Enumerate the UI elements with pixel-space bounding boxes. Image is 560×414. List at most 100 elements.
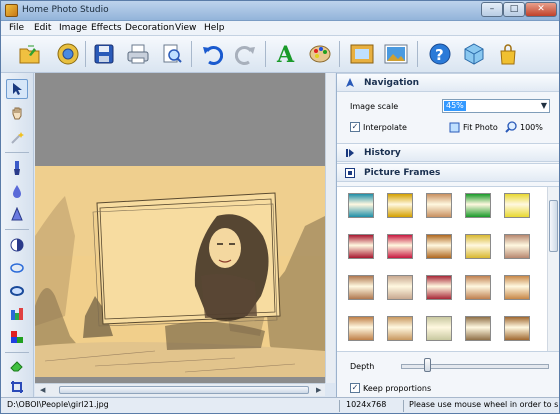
menu-bar: File Edit Image Effects Decoration View … xyxy=(1,21,559,36)
minimize-button[interactable]: – xyxy=(481,2,503,17)
menu-file[interactable]: File xyxy=(9,23,24,33)
depth-slider-knob[interactable] xyxy=(424,358,432,372)
menu-edit[interactable]: Edit xyxy=(34,23,51,33)
menu-effects[interactable]: Effects xyxy=(91,23,122,33)
history-header[interactable]: History xyxy=(337,143,559,162)
zoom-icon[interactable] xyxy=(505,121,517,133)
save-icon[interactable] xyxy=(89,39,119,69)
fit-photo-icon[interactable] xyxy=(449,122,460,133)
history-title: History xyxy=(364,148,401,158)
frame-thumbnail[interactable] xyxy=(504,234,530,259)
photo-icon[interactable] xyxy=(381,39,411,69)
frame-thumbnail[interactable] xyxy=(387,193,413,218)
frame-thumbnail[interactable] xyxy=(465,234,491,259)
right-panel: Navigation Image scale 45% ▼ ✓ Interpola… xyxy=(336,73,559,397)
redo-icon[interactable] xyxy=(231,39,261,69)
frame-thumbnail[interactable] xyxy=(348,316,374,341)
frame-icon[interactable] xyxy=(347,39,377,69)
picture-frames-header[interactable]: Picture Frames xyxy=(337,163,559,182)
arrow-icon[interactable] xyxy=(6,79,28,99)
frame-thumbnail[interactable] xyxy=(387,275,413,300)
toolbar-separator xyxy=(191,41,192,67)
frames-scroll-thumb[interactable] xyxy=(549,200,558,252)
frame-thumbnail[interactable] xyxy=(387,316,413,341)
tool-separator xyxy=(5,229,29,230)
sketch-photo[interactable] xyxy=(35,166,325,377)
frame-thumbnail[interactable] xyxy=(426,234,452,259)
frame-thumbnail[interactable] xyxy=(426,275,452,300)
status-bar: D:\OBOI\People\girl21.jpg 1024x768 Pleas… xyxy=(1,397,559,413)
vertical-scrollbar[interactable] xyxy=(325,73,335,383)
text-icon[interactable]: A xyxy=(271,39,301,69)
image-canvas[interactable] xyxy=(35,73,325,383)
print-preview-icon[interactable] xyxy=(157,39,187,69)
depth-label: Depth xyxy=(350,362,375,371)
image-scale-value: 45% xyxy=(444,101,466,111)
close-button[interactable]: ✕ xyxy=(525,2,557,17)
keep-proportions-label: Keep proportions xyxy=(363,384,432,393)
cone-icon[interactable] xyxy=(6,204,28,224)
ring-icon[interactable] xyxy=(6,281,28,301)
frame-thumbnail[interactable] xyxy=(426,193,452,218)
frame-thumbnail[interactable] xyxy=(504,193,530,218)
box-icon[interactable] xyxy=(459,39,489,69)
frame-thumbnail[interactable] xyxy=(426,316,452,341)
frame-thumbnail[interactable] xyxy=(504,316,530,341)
app-window: Home Photo Studio – □ ✕ File Edit Image … xyxy=(0,0,560,414)
horizontal-scrollbar[interactable]: ◀ ▶ xyxy=(35,383,325,396)
gallery-icon[interactable] xyxy=(53,39,83,69)
status-separator xyxy=(339,400,340,412)
brush-icon[interactable] xyxy=(6,158,28,178)
frame-thumbnail[interactable] xyxy=(465,316,491,341)
zoom-100-button[interactable]: 100% xyxy=(520,123,543,132)
chevron-down-icon[interactable]: ▼ xyxy=(541,101,547,110)
image-scale-dropdown[interactable]: 45% ▼ xyxy=(442,99,550,113)
ellipse-icon[interactable] xyxy=(6,258,28,278)
bag-icon[interactable] xyxy=(493,39,523,69)
scroll-right-icon[interactable]: ▶ xyxy=(316,386,321,394)
crop-icon[interactable] xyxy=(6,377,28,397)
color-balance-icon[interactable] xyxy=(6,327,28,347)
tool-separator xyxy=(5,152,29,153)
frames-scrollbar[interactable] xyxy=(547,187,559,351)
help-icon[interactable]: ? xyxy=(425,39,455,69)
frame-thumbnail[interactable] xyxy=(348,275,374,300)
levels-icon[interactable] xyxy=(6,304,28,324)
frame-thumbnail[interactable] xyxy=(465,193,491,218)
status-file-path: D:\OBOI\People\girl21.jpg xyxy=(7,400,109,409)
keep-proportions-checkbox[interactable]: ✓ xyxy=(350,383,360,393)
svg-text:A: A xyxy=(276,42,295,66)
frame-thumbnail[interactable] xyxy=(504,275,530,300)
navigation-icon xyxy=(346,78,354,87)
undo-icon[interactable] xyxy=(197,39,227,69)
palette-icon[interactable] xyxy=(305,39,335,69)
frame-thumbnail[interactable] xyxy=(348,193,374,218)
contrast-icon[interactable] xyxy=(6,235,28,255)
navigation-header[interactable]: Navigation xyxy=(337,73,559,92)
history-expand-icon xyxy=(346,149,354,157)
open-folder-icon[interactable] xyxy=(15,39,45,69)
title-bar[interactable]: Home Photo Studio – □ ✕ xyxy=(1,1,559,21)
magic-wand-icon[interactable] xyxy=(6,128,28,148)
hand-icon[interactable] xyxy=(6,103,28,123)
drop-icon[interactable] xyxy=(6,181,28,201)
maximize-button[interactable]: □ xyxy=(503,2,525,17)
menu-help[interactable]: Help xyxy=(204,23,225,33)
scroll-left-icon[interactable]: ◀ xyxy=(40,386,45,394)
frame-thumbnail[interactable] xyxy=(387,234,413,259)
frame-thumbnail[interactable] xyxy=(348,234,374,259)
menu-image[interactable]: Image xyxy=(59,23,87,33)
status-hint: Please use mouse wheel in order to s xyxy=(409,400,559,409)
print-icon[interactable] xyxy=(123,39,153,69)
navigation-title: Navigation xyxy=(364,78,420,88)
interpolate-checkbox[interactable]: ✓ xyxy=(350,122,360,132)
toolbar-separator xyxy=(265,41,266,67)
horizontal-scroll-thumb[interactable] xyxy=(59,386,309,394)
toolbar-separator xyxy=(339,41,340,67)
frame-thumbnail[interactable] xyxy=(465,275,491,300)
eraser-icon[interactable] xyxy=(6,356,28,376)
menu-view[interactable]: View xyxy=(175,23,196,33)
toolbar: A ? xyxy=(1,36,559,73)
menu-decoration[interactable]: Decoration xyxy=(125,23,174,33)
fit-photo-button[interactable]: Fit Photo xyxy=(463,123,498,132)
